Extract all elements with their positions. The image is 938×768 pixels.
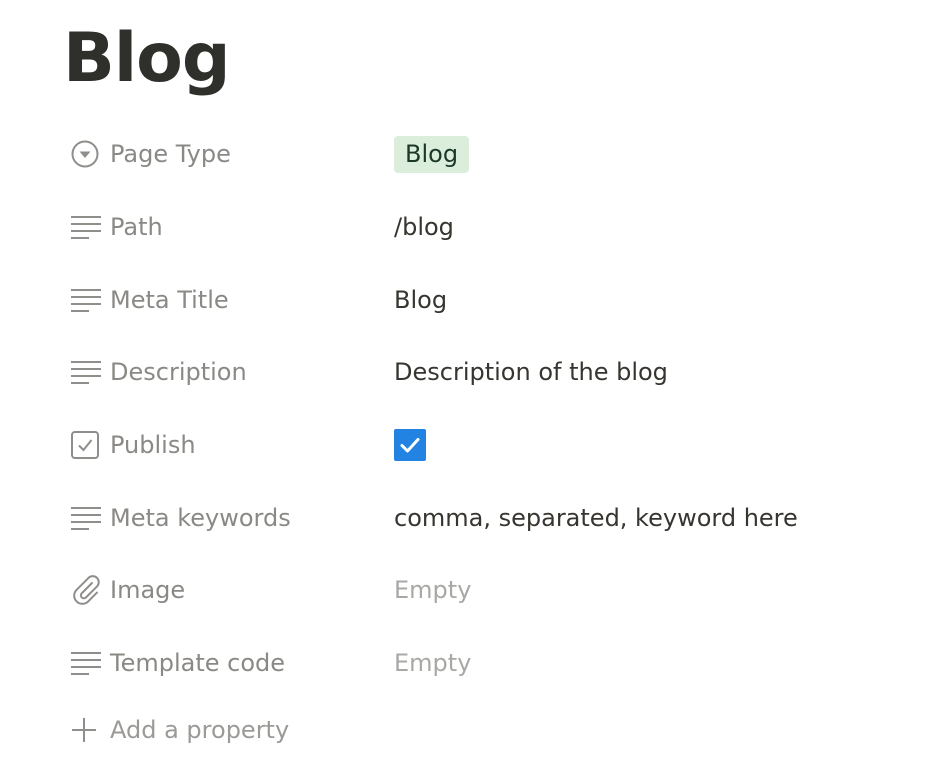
property-label: Publish bbox=[110, 431, 196, 460]
property-value-path[interactable]: /blog bbox=[394, 205, 454, 249]
property-value-template-code[interactable]: Empty bbox=[394, 641, 471, 685]
property-label: Meta Title bbox=[110, 285, 229, 314]
property-name-description[interactable]: Description bbox=[64, 350, 394, 394]
property-label: Path bbox=[110, 213, 163, 242]
text-lines-icon bbox=[64, 210, 110, 244]
property-name-publish[interactable]: Publish bbox=[64, 423, 394, 467]
property-row-description: Description Description of the blog bbox=[64, 336, 904, 409]
property-value-meta-keywords[interactable]: comma, separated, keyword here bbox=[394, 496, 798, 540]
property-label: Description bbox=[110, 358, 247, 387]
property-name-template-code[interactable]: Template code bbox=[64, 641, 394, 685]
property-row-path: Path /blog bbox=[64, 191, 904, 264]
property-value-page-type[interactable]: Blog bbox=[394, 132, 470, 176]
property-row-meta-title: Meta Title Blog bbox=[64, 263, 904, 336]
property-label: Template code bbox=[110, 649, 286, 678]
property-row-publish: Publish bbox=[64, 409, 904, 482]
properties-list: Page Type Blog Path /blog Meta Title Blo… bbox=[64, 118, 904, 760]
property-row-template-code: Template code Empty bbox=[64, 627, 904, 700]
property-value-publish[interactable] bbox=[394, 423, 426, 467]
text-lines-icon bbox=[64, 501, 110, 535]
property-name-page-type[interactable]: Page Type bbox=[64, 132, 394, 176]
property-value-meta-title[interactable]: Blog bbox=[394, 278, 447, 322]
property-name-meta-title[interactable]: Meta Title bbox=[64, 278, 394, 322]
property-name-image[interactable]: Image bbox=[64, 568, 394, 612]
paperclip-icon bbox=[64, 573, 110, 607]
property-label: Image bbox=[110, 576, 186, 605]
property-label: Page Type bbox=[110, 140, 231, 169]
property-label: Meta keywords bbox=[110, 503, 291, 532]
page-title[interactable]: Blog bbox=[63, 14, 231, 104]
checkmark-icon bbox=[400, 438, 420, 453]
select-tag: Blog bbox=[394, 135, 470, 173]
property-row-page-type: Page Type Blog bbox=[64, 118, 904, 191]
property-row-image: Image Empty bbox=[64, 554, 904, 627]
property-name-path[interactable]: Path bbox=[64, 205, 394, 249]
select-circle-icon bbox=[64, 137, 110, 171]
text-lines-icon bbox=[64, 646, 110, 680]
publish-checkbox[interactable] bbox=[394, 429, 426, 462]
property-name-meta-keywords[interactable]: Meta keywords bbox=[64, 496, 394, 540]
property-value-image[interactable]: Empty bbox=[394, 568, 471, 612]
add-property-button[interactable]: Add a property bbox=[64, 700, 904, 760]
checkbox-icon bbox=[64, 428, 110, 462]
property-value-description[interactable]: Description of the blog bbox=[394, 350, 668, 394]
text-lines-icon bbox=[64, 283, 110, 317]
add-property-label: Add a property bbox=[110, 715, 290, 744]
property-row-meta-keywords: Meta keywords comma, separated, keyword … bbox=[64, 481, 904, 554]
plus-icon bbox=[64, 713, 110, 747]
text-lines-icon bbox=[64, 355, 110, 389]
